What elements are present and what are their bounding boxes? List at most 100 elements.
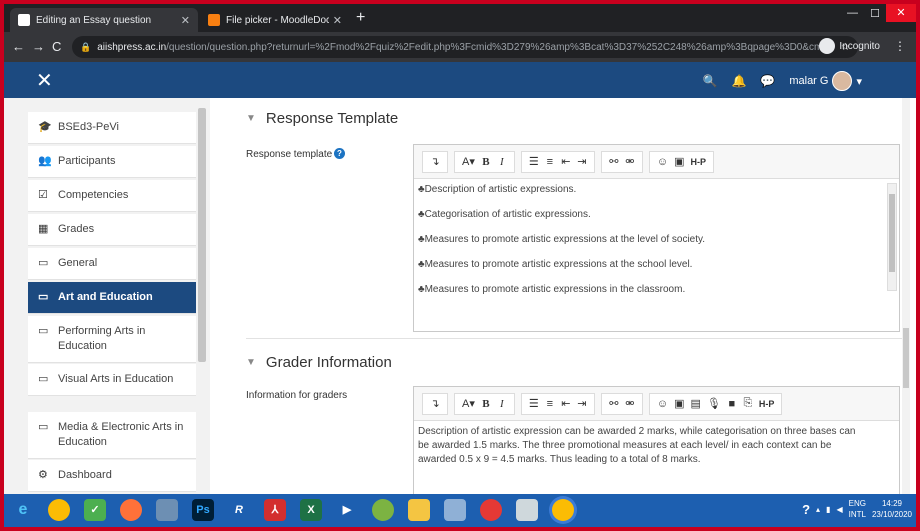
ie-icon[interactable]: e bbox=[12, 499, 34, 521]
tab-close-icon[interactable]: ✕ bbox=[181, 14, 190, 27]
grader-information-section-heading[interactable]: ▼ Grader Information bbox=[246, 354, 392, 371]
h5p-icon[interactable]: H-P bbox=[756, 399, 778, 409]
window-close-icon[interactable]: ✕ bbox=[886, 4, 916, 22]
drawer-item-performing-arts[interactable]: ▭ Performing Arts in Education bbox=[28, 316, 196, 363]
file-icon[interactable]: ▤ bbox=[688, 397, 704, 410]
rupee-app-icon[interactable]: R bbox=[228, 499, 250, 521]
editor-scrollbar[interactable] bbox=[887, 183, 897, 291]
minimize-icon[interactable]: — bbox=[847, 7, 858, 19]
browser-tab-file-picker[interactable]: File picker - MoodleDocs ✕ bbox=[200, 8, 350, 32]
browser-tab-editing[interactable]: Editing an Essay question ✕ bbox=[10, 8, 198, 32]
drawer-item-course[interactable]: 🎓 BSEd3-PeVi bbox=[28, 112, 196, 144]
grader-info-label: Information for graders bbox=[246, 390, 348, 401]
app-blue-icon[interactable] bbox=[444, 499, 466, 521]
drawer-item-general[interactable]: ▭ General bbox=[28, 248, 196, 280]
chat-icon[interactable]: 💬 bbox=[760, 74, 775, 88]
section-divider bbox=[246, 338, 910, 339]
file-explorer-icon[interactable] bbox=[408, 499, 430, 521]
drawer-item-media-electronic-arts[interactable]: ▭ Media & Electronic Arts in Education bbox=[28, 412, 196, 459]
unlink-icon[interactable]: ⚮ bbox=[622, 397, 638, 410]
photoshop-icon[interactable]: Ps bbox=[192, 499, 214, 521]
ordered-list-icon[interactable]: ≡ bbox=[542, 156, 558, 168]
indent-icon[interactable]: ⇥ bbox=[574, 397, 590, 410]
font-style-icon[interactable]: A▾ bbox=[459, 397, 478, 410]
pdf-icon[interactable]: ⅄ bbox=[264, 499, 286, 521]
firefox-icon[interactable] bbox=[120, 499, 142, 521]
page-scrollbar[interactable] bbox=[902, 98, 910, 494]
folder-icon: ▭ bbox=[38, 421, 49, 433]
ordered-list-icon[interactable]: ≡ bbox=[542, 398, 558, 410]
grader-info-editor[interactable]: ↴ A▾ B I ☰ ≡ ⇤ ⇥ ⚯ ⚮ ☺ ▣ ▤ 🎙 ■ ⎘ H-P Des… bbox=[413, 386, 900, 498]
reload-icon[interactable]: C bbox=[52, 39, 61, 54]
unordered-list-icon[interactable]: ☰ bbox=[526, 155, 542, 168]
tab-title: File picker - MoodleDocs bbox=[226, 14, 329, 26]
outdent-icon[interactable]: ⇤ bbox=[558, 397, 574, 410]
network-icon[interactable]: ▮ bbox=[826, 505, 830, 514]
drawer-item-label: Art and Education bbox=[58, 291, 153, 303]
drawer-item-dashboard[interactable]: ⚙ Dashboard bbox=[28, 460, 196, 492]
chrome-icon[interactable] bbox=[48, 499, 70, 521]
help-tray-icon[interactable]: ? bbox=[802, 502, 810, 517]
excel-icon[interactable]: X bbox=[300, 499, 322, 521]
emoji-icon[interactable]: ☺ bbox=[654, 398, 671, 410]
bold-icon[interactable]: B bbox=[478, 156, 494, 168]
outdent-icon[interactable]: ⇤ bbox=[558, 155, 574, 168]
app-icon[interactable] bbox=[156, 499, 178, 521]
template-line: ♣Categorisation of artistic expressions. bbox=[418, 209, 591, 220]
user-name: malar G bbox=[789, 75, 829, 87]
help-icon[interactable]: ? bbox=[334, 148, 345, 159]
drawer-item-visual-arts[interactable]: ▭ Visual Arts in Education bbox=[28, 364, 196, 396]
tab-close-icon[interactable]: ✕ bbox=[333, 14, 342, 27]
back-arrow-icon[interactable]: ← bbox=[12, 39, 25, 54]
opera-icon[interactable] bbox=[480, 499, 502, 521]
video-icon[interactable]: ■ bbox=[724, 398, 740, 410]
window-icon[interactable] bbox=[516, 499, 538, 521]
drawer-item-participants[interactable]: 👥 Participants bbox=[28, 146, 196, 178]
image-icon[interactable]: ▣ bbox=[671, 155, 687, 168]
new-tab-button[interactable]: + bbox=[356, 9, 365, 27]
editor-content[interactable]: ♣Description of artistic expressions. ♣C… bbox=[414, 179, 899, 312]
close-drawer-icon[interactable]: ✕ bbox=[36, 68, 53, 93]
language-indicator[interactable]: ENG INTL bbox=[849, 498, 866, 520]
search-icon[interactable]: 🔍 bbox=[702, 74, 717, 88]
volume-icon[interactable]: ◀ bbox=[836, 505, 842, 514]
app-green-icon[interactable] bbox=[372, 499, 394, 521]
forward-arrow-icon[interactable]: → bbox=[32, 39, 45, 54]
manage-files-icon[interactable]: ⎘ bbox=[740, 397, 756, 410]
toolbar-toggle-icon[interactable]: ↴ bbox=[427, 155, 443, 168]
microphone-icon[interactable]: 🎙 bbox=[704, 397, 724, 410]
italic-icon[interactable]: I bbox=[494, 156, 510, 168]
clock[interactable]: 14:29 23/10/2020 bbox=[872, 498, 912, 520]
italic-icon[interactable]: I bbox=[494, 398, 510, 410]
drawer-scrollbar[interactable] bbox=[198, 108, 206, 362]
toolbar-toggle-icon[interactable]: ↴ bbox=[427, 397, 443, 410]
media-player-icon[interactable]: ▶ bbox=[336, 499, 358, 521]
emoji-icon[interactable]: ☺ bbox=[654, 156, 671, 168]
h5p-icon[interactable]: H-P bbox=[688, 157, 710, 167]
browser-tab-bar: Editing an Essay question ✕ File picker … bbox=[4, 4, 916, 32]
bell-icon[interactable]: 🔔 bbox=[731, 74, 746, 88]
unordered-list-icon[interactable]: ☰ bbox=[526, 397, 542, 410]
drawer-item-label: Participants bbox=[58, 155, 116, 167]
drawer-item-competencies[interactable]: ☑ Competencies bbox=[28, 180, 196, 212]
url-field[interactable]: 🔒 aiishpress.ac.in /question/question.ph… bbox=[72, 36, 858, 58]
drawer-item-art-and-education[interactable]: ▭ Art and Education bbox=[28, 282, 196, 314]
response-template-section-heading[interactable]: ▼ Response Template bbox=[246, 110, 398, 127]
drawer-item-grades[interactable]: ▦ Grades bbox=[28, 214, 196, 246]
unlink-icon[interactable]: ⚮ bbox=[622, 155, 638, 168]
link-icon[interactable]: ⚯ bbox=[606, 397, 622, 410]
check-app-icon[interactable]: ✓ bbox=[84, 499, 106, 521]
browser-menu-icon[interactable]: ⋮ bbox=[894, 39, 906, 53]
maximize-icon[interactable]: ☐ bbox=[870, 7, 880, 20]
font-style-icon[interactable]: A▾ bbox=[459, 155, 478, 168]
user-menu[interactable]: malar G ▾ bbox=[789, 71, 862, 91]
image-icon[interactable]: ▣ bbox=[671, 397, 687, 410]
folder-icon: ▭ bbox=[38, 373, 49, 385]
editor-content[interactable]: Description of artistic expression can b… bbox=[414, 421, 899, 471]
tray-arrow-icon[interactable]: ▴ bbox=[816, 505, 820, 514]
response-template-editor[interactable]: ↴ A▾ B I ☰ ≡ ⇤ ⇥ ⚯ ⚮ ☺ ▣ H-P ♣Descriptio… bbox=[413, 144, 900, 332]
link-icon[interactable]: ⚯ bbox=[606, 155, 622, 168]
chrome-active-icon[interactable] bbox=[552, 499, 574, 521]
indent-icon[interactable]: ⇥ bbox=[574, 155, 590, 168]
bold-icon[interactable]: B bbox=[478, 398, 494, 410]
